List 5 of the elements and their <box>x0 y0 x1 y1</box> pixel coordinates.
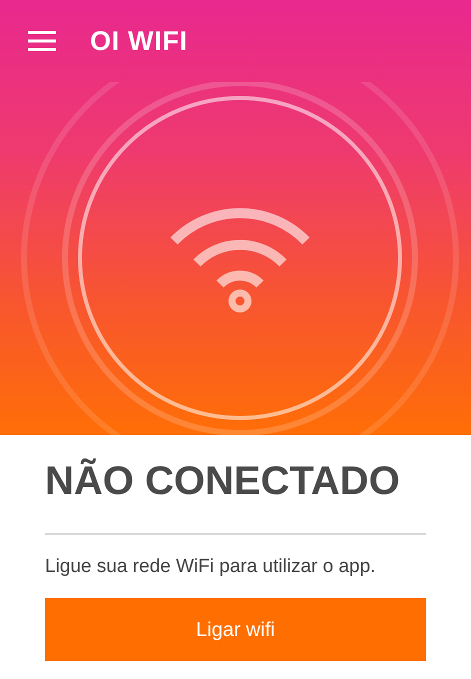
app-title: OI WIFI <box>90 24 188 58</box>
menu-icon[interactable] <box>28 31 56 51</box>
connect-button[interactable]: Ligar wifi <box>45 598 426 661</box>
status-title: NÃO CONECTADO <box>45 457 401 505</box>
status-message: Ligue sua rede WiFi para utilizar o app. <box>45 555 377 579</box>
